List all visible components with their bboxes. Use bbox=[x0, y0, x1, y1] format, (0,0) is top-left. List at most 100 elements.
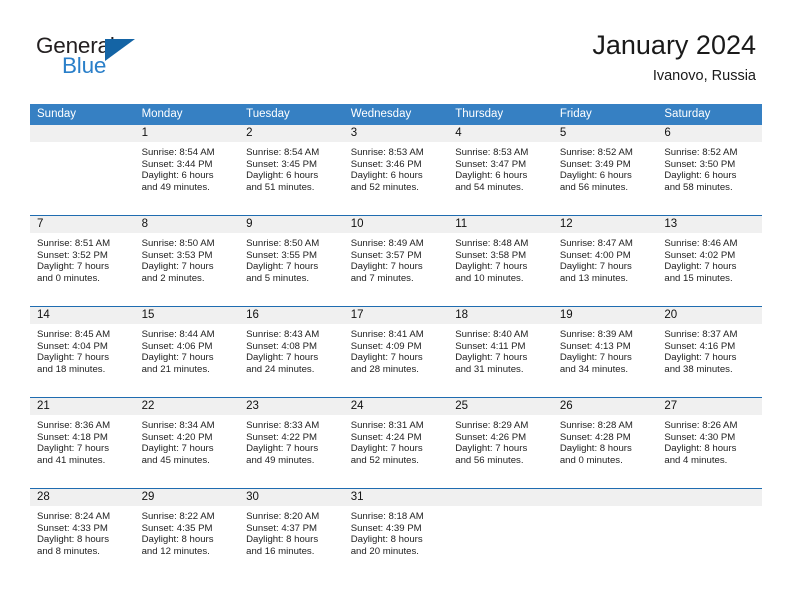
calendar-day-cell[interactable]: 21 Sunrise: 8:36 AM Sunset: 4:18 PM Dayligh… bbox=[30, 397, 135, 489]
sunset-text: Sunset: 3:46 PM bbox=[350, 158, 422, 170]
day-number: 15 bbox=[134, 307, 240, 324]
weekday-header-friday: Friday bbox=[552, 104, 658, 125]
day-cell-inner: 6 Sunrise: 8:52 AM Sunset: 3:50 PM Daylight… bbox=[657, 125, 762, 215]
day-detail: Sunrise: 8:52 AM Sunset: 3:50 PM Daylight:… bbox=[657, 142, 762, 193]
daylight-text-line2: and 4 minutes. bbox=[664, 454, 728, 466]
daylight-text-line2: and 31 minutes. bbox=[455, 363, 524, 375]
calendar-day-cell[interactable]: 3 Sunrise: 8:53 AM Sunset: 3:46 PM Daylight… bbox=[343, 125, 449, 216]
daylight-text-line1: Daylight: 7 hours bbox=[246, 443, 319, 455]
day-number: 29 bbox=[134, 489, 240, 506]
calendar-day-cell[interactable]: 19 Sunrise: 8:39 AM Sunset: 4:13 PM Dayligh… bbox=[552, 306, 658, 398]
calendar-day-cell[interactable]: 24 Sunrise: 8:31 AM Sunset: 4:24 PM Dayligh… bbox=[343, 397, 449, 489]
calendar-day-cell[interactable]: 26 Sunrise: 8:28 AM Sunset: 4:28 PM Dayligh… bbox=[552, 397, 658, 489]
calendar-day-cell[interactable]: 10 Sunrise: 8:49 AM Sunset: 3:57 PM Dayligh… bbox=[343, 215, 449, 307]
daylight-text-line1: Daylight: 7 hours bbox=[37, 443, 109, 455]
daylight-text-line1: Daylight: 7 hours bbox=[141, 261, 214, 273]
day-detail: Sunrise: 8:53 AM Sunset: 3:47 PM Daylight:… bbox=[448, 142, 553, 193]
sunset-text: Sunset: 4:04 PM bbox=[37, 340, 108, 352]
daylight-text-line2: and 10 minutes. bbox=[455, 272, 524, 284]
weekday-header-sunday: Sunday bbox=[30, 104, 135, 125]
day-number bbox=[552, 489, 658, 506]
daylight-text-line2: and 56 minutes. bbox=[559, 181, 629, 193]
daylight-text-line1: Daylight: 6 hours bbox=[664, 170, 737, 182]
sunrise-text: Sunrise: 8:49 AM bbox=[350, 238, 424, 249]
sunset-text: Sunset: 3:55 PM bbox=[246, 249, 318, 261]
daylight-text-line1: Daylight: 6 hours bbox=[350, 170, 423, 182]
logo-text-blue: Blue bbox=[62, 53, 107, 78]
daylight-text-line1: Daylight: 7 hours bbox=[664, 261, 737, 273]
sunrise-text: Sunrise: 8:33 AM bbox=[246, 420, 320, 431]
calendar-day-cell[interactable]: 14 Sunrise: 8:45 AM Sunset: 4:04 PM Dayligh… bbox=[30, 306, 135, 398]
calendar-day-cell[interactable]: 12 Sunrise: 8:47 AM Sunset: 4:00 PM Dayligh… bbox=[552, 215, 658, 307]
calendar-day-cell[interactable]: 1 Sunrise: 8:54 AM Sunset: 3:44 PM Daylight… bbox=[134, 125, 240, 216]
day-number: 7 bbox=[30, 216, 135, 233]
day-detail: Sunrise: 8:33 AM Sunset: 4:22 PM Daylight:… bbox=[239, 415, 344, 466]
calendar-day-cell[interactable]: 8 Sunrise: 8:50 AM Sunset: 3:53 PM Daylight… bbox=[134, 215, 240, 307]
daylight-text-line2: and 52 minutes. bbox=[350, 454, 419, 466]
day-number: 27 bbox=[657, 398, 762, 415]
calendar-day-cell[interactable]: 2 Sunrise: 8:54 AM Sunset: 3:45 PM Daylight… bbox=[239, 125, 344, 216]
sunset-text: Sunset: 4:20 PM bbox=[141, 431, 213, 443]
sunrise-text: Sunrise: 8:29 AM bbox=[455, 420, 529, 431]
day-detail: Sunrise: 8:45 AM Sunset: 4:04 PM Daylight:… bbox=[30, 324, 135, 375]
daylight-text-line1: Daylight: 8 hours bbox=[350, 534, 423, 546]
calendar-day-cell[interactable]: 30 Sunrise: 8:20 AM Sunset: 4:37 PM Dayligh… bbox=[239, 488, 344, 579]
sunrise-text: Sunrise: 8:50 AM bbox=[246, 238, 320, 249]
sunrise-text: Sunrise: 8:22 AM bbox=[141, 511, 215, 522]
calendar-day-cell[interactable]: 11 Sunrise: 8:48 AM Sunset: 3:58 PM Dayligh… bbox=[448, 215, 553, 307]
calendar-day-cell[interactable]: 7 Sunrise: 8:51 AM Sunset: 3:52 PM Daylight… bbox=[30, 215, 135, 307]
day-number: 12 bbox=[552, 216, 658, 233]
day-detail: Sunrise: 8:24 AM Sunset: 4:33 PM Daylight:… bbox=[30, 506, 135, 557]
calendar-day-cell-empty bbox=[30, 125, 135, 216]
sunset-text: Sunset: 4:18 PM bbox=[37, 431, 108, 443]
general-blue-logo[interactable]: General Blue bbox=[36, 34, 236, 92]
calendar-day-cell[interactable]: 5 Sunrise: 8:52 AM Sunset: 3:49 PM Daylight… bbox=[552, 125, 658, 216]
calendar-day-cell[interactable]: 29 Sunrise: 8:22 AM Sunset: 4:35 PM Dayligh… bbox=[134, 488, 240, 579]
sunrise-text: Sunrise: 8:45 AM bbox=[37, 329, 111, 340]
daylight-text-line2: and 49 minutes. bbox=[246, 454, 315, 466]
sunrise-text: Sunrise: 8:53 AM bbox=[350, 147, 424, 158]
calendar-day-cell[interactable]: 25 Sunrise: 8:29 AM Sunset: 4:26 PM Dayligh… bbox=[448, 397, 553, 489]
calendar-week-row: 28 Sunrise: 8:24 AM Sunset: 4:33 PM Dayligh… bbox=[30, 488, 762, 579]
day-cell-inner: 18 Sunrise: 8:40 AM Sunset: 4:11 PM Dayligh… bbox=[448, 307, 553, 397]
page-title: January 2024 bbox=[592, 30, 756, 60]
sunrise-text: Sunrise: 8:43 AM bbox=[246, 329, 320, 340]
calendar-day-cell[interactable]: 31 Sunrise: 8:18 AM Sunset: 4:39 PM Dayligh… bbox=[343, 488, 449, 579]
day-detail bbox=[448, 506, 553, 511]
day-cell-inner bbox=[552, 489, 658, 579]
calendar-day-cell[interactable]: 17 Sunrise: 8:41 AM Sunset: 4:09 PM Dayligh… bbox=[343, 306, 449, 398]
day-number: 4 bbox=[448, 125, 553, 142]
calendar-day-cell[interactable]: 28 Sunrise: 8:24 AM Sunset: 4:33 PM Dayligh… bbox=[30, 488, 135, 579]
sunset-text: Sunset: 3:53 PM bbox=[141, 249, 213, 261]
day-detail: Sunrise: 8:50 AM Sunset: 3:53 PM Daylight:… bbox=[135, 233, 240, 284]
day-detail: Sunrise: 8:34 AM Sunset: 4:20 PM Daylight:… bbox=[135, 415, 240, 466]
sunset-text: Sunset: 4:39 PM bbox=[350, 522, 422, 534]
calendar-day-cell[interactable]: 27 Sunrise: 8:26 AM Sunset: 4:30 PM Dayligh… bbox=[657, 397, 762, 489]
daylight-text-line2: and 38 minutes. bbox=[664, 363, 733, 375]
calendar-day-cell[interactable]: 9 Sunrise: 8:50 AM Sunset: 3:55 PM Daylight… bbox=[239, 215, 344, 307]
calendar-day-cell[interactable]: 6 Sunrise: 8:52 AM Sunset: 3:50 PM Daylight… bbox=[657, 125, 762, 216]
day-cell-inner: 8 Sunrise: 8:50 AM Sunset: 3:53 PM Daylight… bbox=[134, 216, 240, 306]
daylight-text-line2: and 15 minutes. bbox=[664, 272, 733, 284]
title-block: January 2024 Ivanovo, Russia bbox=[592, 28, 756, 86]
calendar-grid: Sunday Monday Tuesday Wednesday Thursday… bbox=[30, 104, 762, 579]
calendar-day-cell[interactable]: 23 Sunrise: 8:33 AM Sunset: 4:22 PM Dayligh… bbox=[239, 397, 344, 489]
day-number: 26 bbox=[552, 398, 658, 415]
sunset-text: Sunset: 4:26 PM bbox=[455, 431, 527, 443]
sunset-text: Sunset: 4:06 PM bbox=[141, 340, 213, 352]
calendar-day-cell[interactable]: 18 Sunrise: 8:40 AM Sunset: 4:11 PM Dayligh… bbox=[448, 306, 553, 398]
daylight-text-line2: and 56 minutes. bbox=[455, 454, 524, 466]
calendar-day-cell[interactable]: 13 Sunrise: 8:46 AM Sunset: 4:02 PM Dayligh… bbox=[657, 215, 762, 307]
day-cell-inner: 24 Sunrise: 8:31 AM Sunset: 4:24 PM Dayligh… bbox=[343, 398, 449, 488]
calendar-day-cell[interactable]: 15 Sunrise: 8:44 AM Sunset: 4:06 PM Dayligh… bbox=[134, 306, 240, 398]
calendar-day-cell[interactable]: 4 Sunrise: 8:53 AM Sunset: 3:47 PM Daylight… bbox=[448, 125, 553, 216]
day-number: 21 bbox=[30, 398, 135, 415]
day-detail: Sunrise: 8:43 AM Sunset: 4:08 PM Daylight:… bbox=[239, 324, 344, 375]
daylight-text-line2: and 49 minutes. bbox=[141, 181, 210, 193]
sunset-text: Sunset: 4:28 PM bbox=[559, 431, 631, 443]
calendar-day-cell[interactable]: 22 Sunrise: 8:34 AM Sunset: 4:20 PM Dayligh… bbox=[134, 397, 240, 489]
calendar-day-cell[interactable]: 16 Sunrise: 8:43 AM Sunset: 4:08 PM Dayligh… bbox=[239, 306, 344, 398]
calendar-day-cell[interactable]: 20 Sunrise: 8:37 AM Sunset: 4:16 PM Dayligh… bbox=[657, 306, 762, 398]
sunrise-text: Sunrise: 8:31 AM bbox=[350, 420, 424, 431]
masthead: General Blue January 2024 Ivanovo, Russi… bbox=[0, 0, 792, 104]
